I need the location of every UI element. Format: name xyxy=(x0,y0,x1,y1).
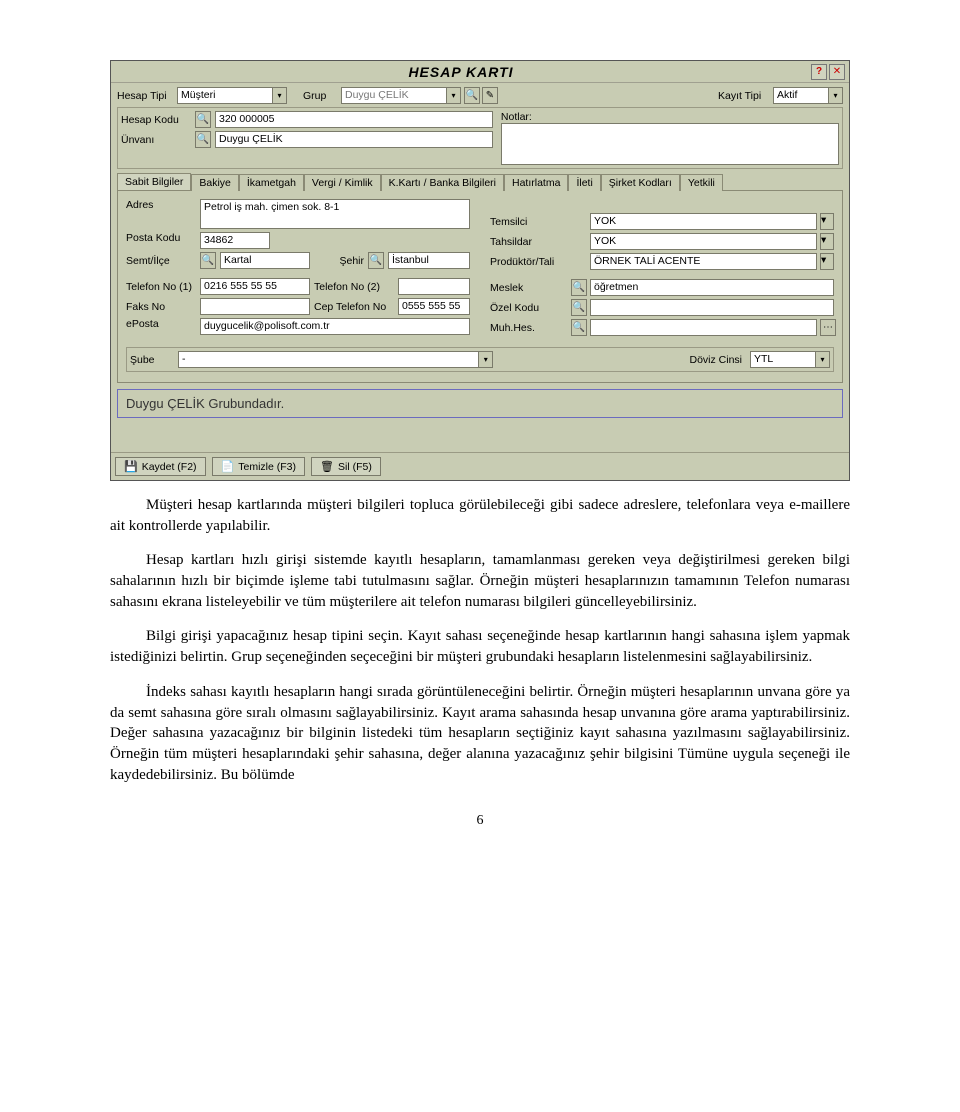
muhhes-field[interactable] xyxy=(590,319,817,336)
hesap-kodu-label: Hesap Kodu xyxy=(121,114,191,126)
faks-label: Faks No xyxy=(126,301,196,313)
chevron-down-icon: ▾ xyxy=(479,351,493,368)
muhhes-label: Muh.Hes. xyxy=(490,322,568,334)
tabstrip: Sabit Bilgiler Bakiye İkametgah Vergi / … xyxy=(117,173,843,191)
tab-sabit-bilgiler[interactable]: Sabit Bilgiler xyxy=(117,173,191,190)
close-icon[interactable]: ✕ xyxy=(829,64,845,80)
tahsildar-field[interactable]: YOK xyxy=(590,233,817,250)
save-button[interactable]: 💾Kaydet (F2) xyxy=(115,457,206,476)
sehir-field[interactable]: İstanbul xyxy=(388,252,470,269)
eposta-field[interactable]: duygucelik@polisoft.com.tr xyxy=(200,318,470,335)
posta-kodu-field[interactable]: 34862 xyxy=(200,232,270,249)
chevron-down-icon: ▾ xyxy=(273,87,287,104)
footer-toolbar: 💾Kaydet (F2) 📄Temizle (F3) 🗑Sil (F5) xyxy=(111,452,849,480)
ozel-kodu-label: Özel Kodu xyxy=(490,302,568,314)
temsilci-field[interactable]: YOK xyxy=(590,213,817,230)
doviz-select[interactable]: YTL ▾ xyxy=(750,351,830,368)
chevron-down-icon[interactable]: ▾ xyxy=(820,213,834,230)
faks-field[interactable] xyxy=(200,298,310,315)
ozel-kodu-field[interactable] xyxy=(590,299,834,316)
telefon2-label: Telefon No (2) xyxy=(314,281,394,293)
body-paragraph: Bilgi girişi yapacağınız hesap tipini se… xyxy=(110,626,850,667)
save-icon: 💾 xyxy=(124,460,138,473)
trash-icon: 🗑 xyxy=(320,460,334,473)
search-icon[interactable]: 🔍 xyxy=(195,131,211,148)
semt-label: Semt/İlçe xyxy=(126,255,196,267)
sube-select[interactable]: - ▾ xyxy=(178,351,493,368)
lookup-icon[interactable]: 🔍 xyxy=(464,87,480,104)
tab-hatirlatma[interactable]: Hatırlatma xyxy=(504,174,568,191)
search-icon[interactable]: 🔍 xyxy=(368,252,384,269)
meslek-label: Meslek xyxy=(490,282,568,294)
tab-panel-sabit: Adres Petrol iş mah. çimen sok. 8-1 Post… xyxy=(117,191,843,383)
notlar-label: Notlar: xyxy=(501,111,532,123)
cep-field[interactable]: 0555 555 55 55 xyxy=(398,298,470,315)
kayit-tipi-label: Kayıt Tipi xyxy=(718,90,773,102)
kayit-tipi-select[interactable]: Aktif ▾ xyxy=(773,87,843,104)
tab-ileti[interactable]: İleti xyxy=(568,174,600,191)
eposta-label: ePosta xyxy=(126,318,196,335)
unvani-label: Ünvanı xyxy=(121,134,191,146)
clear-button[interactable]: 📄Temizle (F3) xyxy=(212,457,305,476)
telefon1-field[interactable]: 0216 555 55 55 xyxy=(200,278,310,295)
titlebar: HESAP KARTI ? ✕ xyxy=(111,61,849,83)
notlar-textarea[interactable] xyxy=(501,123,839,165)
tab-kkarti-banka[interactable]: K.Kartı / Banka Bilgileri xyxy=(381,174,504,191)
tab-bakiye[interactable]: Bakiye xyxy=(191,174,239,191)
grup-label: Grup xyxy=(303,90,341,102)
tab-sirket-kodlari[interactable]: Şirket Kodları xyxy=(601,174,680,191)
produktor-label: Prodüktör/Tali xyxy=(490,256,568,268)
body-paragraph: Hesap kartları hızlı girişi sistemde kay… xyxy=(110,550,850,612)
page-number: 6 xyxy=(110,813,850,829)
grup-select[interactable]: Duygu ÇELİK ▾ xyxy=(341,87,461,104)
telefon1-label: Telefon No (1) xyxy=(126,281,196,293)
doviz-label: Döviz Cinsi xyxy=(689,354,742,366)
help-icon[interactable]: ? xyxy=(811,64,827,80)
window-title: HESAP KARTI xyxy=(111,64,811,80)
chevron-down-icon: ▾ xyxy=(829,87,843,104)
hesap-tipi-label: Hesap Tipi xyxy=(117,90,177,102)
search-icon[interactable]: 🔍 xyxy=(571,319,587,336)
chevron-down-icon: ▾ xyxy=(447,87,461,104)
hesap-karti-window: HESAP KARTI ? ✕ Hesap Tipi Müşteri ▾ Gru… xyxy=(110,60,850,481)
chevron-down-icon: ▾ xyxy=(816,351,830,368)
sehir-label: Şehir xyxy=(314,255,364,267)
tab-ikametgah[interactable]: İkametgah xyxy=(239,174,304,191)
delete-button[interactable]: 🗑Sil (F5) xyxy=(311,457,381,476)
hesap-kodu-field[interactable]: 320 000005 xyxy=(215,111,493,128)
tab-yetkili[interactable]: Yetkili xyxy=(680,174,723,191)
edit-icon[interactable]: ✎ xyxy=(482,87,498,104)
status-text: Duygu ÇELİK Grubundadır. xyxy=(117,389,843,418)
meslek-field[interactable]: öğretmen xyxy=(590,279,834,296)
produktor-field[interactable]: ÖRNEK TALİ ACENTE xyxy=(590,253,817,270)
adres-field[interactable]: Petrol iş mah. çimen sok. 8-1 xyxy=(200,199,470,229)
chevron-down-icon[interactable]: ▾ xyxy=(820,233,834,250)
chevron-down-icon[interactable]: ▾ xyxy=(820,253,834,270)
adres-label: Adres xyxy=(126,199,196,229)
body-paragraph: İndeks sahası kayıtlı hesapların hangi s… xyxy=(110,682,850,785)
unvani-field[interactable]: Duygu ÇELİK xyxy=(215,131,493,148)
tahsildar-label: Tahsildar xyxy=(490,236,568,248)
hesap-tipi-select[interactable]: Müşteri ▾ xyxy=(177,87,287,104)
telefon2-field[interactable] xyxy=(398,278,470,295)
sube-label: Şube xyxy=(130,354,170,366)
search-icon[interactable]: 🔍 xyxy=(200,252,216,269)
posta-kodu-label: Posta Kodu xyxy=(126,232,196,249)
search-icon[interactable]: 🔍 xyxy=(195,111,211,128)
search-icon[interactable]: 🔍 xyxy=(571,299,587,316)
detail-icon[interactable]: ⋯ xyxy=(820,319,836,336)
clear-icon: 📄 xyxy=(221,460,235,473)
search-icon[interactable]: 🔍 xyxy=(571,279,587,296)
temsilci-label: Temsilci xyxy=(490,216,568,228)
tab-vergi-kimlik[interactable]: Vergi / Kimlik xyxy=(304,174,381,191)
semt-field[interactable]: Kartal xyxy=(220,252,310,269)
body-paragraph: Müşteri hesap kartlarında müşteri bilgil… xyxy=(110,495,850,536)
cep-label: Cep Telefon No xyxy=(314,301,394,313)
